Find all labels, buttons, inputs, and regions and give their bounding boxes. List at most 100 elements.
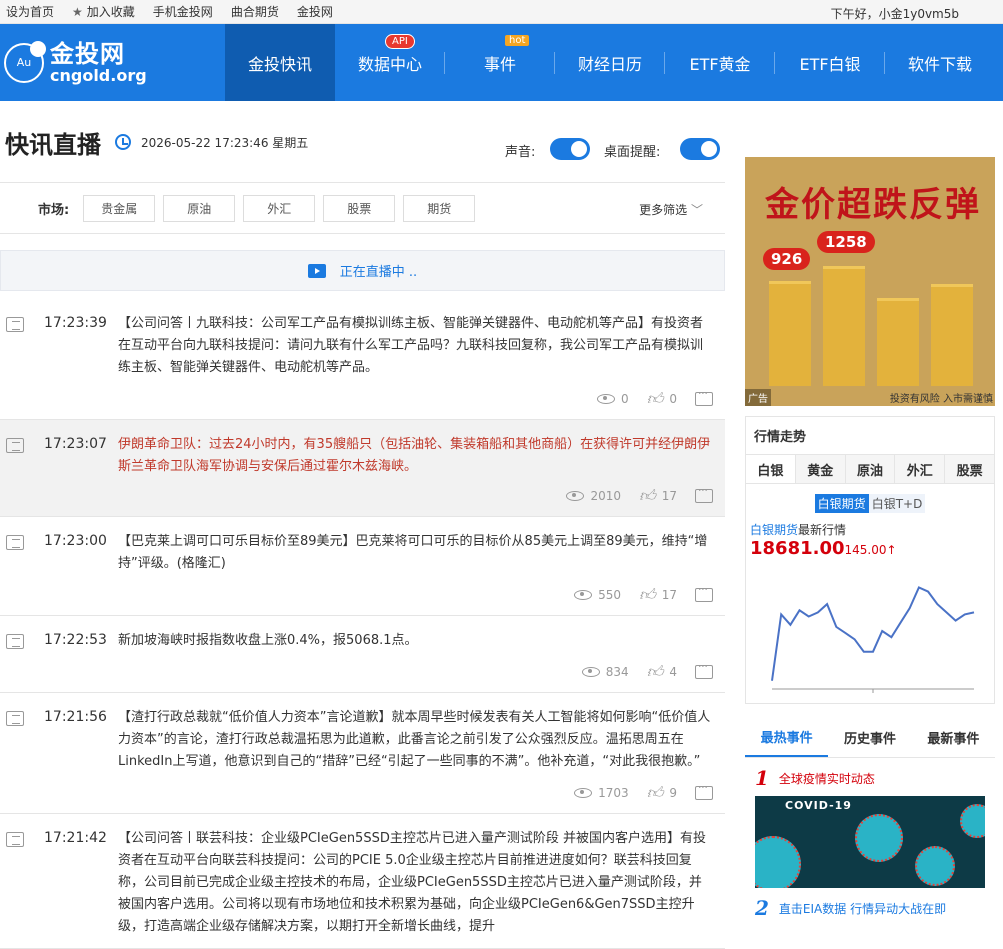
nav-label: ETF黄金: [689, 54, 751, 74]
nav-software-download[interactable]: 软件下载: [885, 24, 995, 101]
like-button[interactable]: 👍︎ 9: [647, 783, 677, 803]
eye-icon: [566, 491, 585, 501]
page-title: 快讯直播: [5, 130, 101, 159]
api-badge: API: [385, 34, 415, 49]
ad-bar: [877, 298, 919, 386]
tab-forex[interactable]: 外汇: [895, 455, 946, 483]
comment-icon[interactable]: [695, 389, 713, 406]
nav-calendar[interactable]: 财经日历: [555, 24, 665, 101]
ad-bar: [931, 284, 973, 386]
like-button[interactable]: 👍︎ 17: [639, 486, 677, 506]
ad-title: 金价超跌反弹: [765, 185, 981, 225]
add-favorite-link[interactable]: ★ 加入收藏: [72, 3, 135, 20]
filter-stocks[interactable]: 股票: [323, 194, 396, 222]
news-item[interactable]: 17:21:42 【公司问答丨联芸科技：企业级PCIeGen5SSD主控芯片已进…: [0, 814, 725, 949]
view-count: 2010: [566, 489, 621, 503]
virus-image: [755, 836, 801, 888]
views-value: 550: [598, 588, 621, 602]
filter-crude-oil[interactable]: 原油: [163, 194, 236, 222]
thumbs-up-icon: 👍︎: [638, 486, 656, 505]
event-item[interactable]: 1 全球疫情实时动态: [755, 766, 985, 790]
ad-bar: [769, 281, 811, 386]
ad-bar: [823, 266, 865, 386]
tab-gold[interactable]: 黄金: [795, 455, 846, 483]
news-item[interactable]: 17:23:39 【公司问答丨九联科技：公司军工产品有模拟训练主板、智能弹关键器…: [0, 299, 725, 420]
ad-bubble: 1258: [817, 231, 875, 253]
star-icon: ★: [72, 4, 83, 19]
news-item[interactable]: 17:21:56 【渣打行政总裁就“低价值人力资本”言论道歉】就本周早些时候发表…: [0, 693, 725, 814]
news-time: 17:22:53: [44, 632, 107, 648]
virus-image: [855, 814, 903, 862]
sound-toggle[interactable]: [550, 138, 590, 160]
comment-icon[interactable]: [695, 486, 713, 503]
comment-icon[interactable]: [695, 662, 713, 679]
desktop-alert-toggle[interactable]: [680, 138, 720, 160]
virus-image: [960, 804, 985, 838]
ad-bubble: 926: [763, 248, 811, 270]
news-text: 【公司问答丨九联科技：公司军工产品有模拟训练主板、智能弹关键器件、电动舵机等产品…: [118, 316, 704, 375]
sound-label: 声音:: [505, 145, 536, 160]
live-banner[interactable]: 正在直播中 ..: [0, 250, 725, 291]
nav-etf-gold[interactable]: ETF黄金: [665, 24, 775, 101]
logo-cn: 金投网: [50, 39, 125, 68]
like-button[interactable]: 👍︎ 17: [639, 585, 677, 605]
quhe-futures-link[interactable]: 曲合期货: [231, 3, 279, 20]
mobile-site-link[interactable]: 手机金投网: [153, 3, 213, 20]
eye-icon: [581, 667, 600, 677]
feed-header: 快讯直播 2026-05-22 17:23:46 星期五 声音: 桌面提醒:: [0, 102, 725, 182]
nav-events[interactable]: 事件 hot: [445, 24, 555, 101]
set-homepage-link[interactable]: 设为首页: [6, 3, 54, 20]
view-count: 834: [581, 665, 629, 679]
news-time: 17:21:56: [44, 709, 107, 725]
user-greeting[interactable]: 下午好，小金1y0vm5b: [831, 5, 959, 22]
nav-data-center[interactable]: 数据中心 API: [335, 24, 445, 101]
views-value: 1703: [598, 786, 629, 800]
quote-change: 145.00↑: [844, 543, 897, 557]
cngold-link[interactable]: 金投网: [297, 3, 333, 20]
event-item[interactable]: 2 直击EIA数据 行情异动大战在即: [755, 896, 985, 920]
comment-icon[interactable]: [695, 783, 713, 800]
likes-value: 17: [661, 489, 677, 503]
more-filters-label: 更多筛选: [639, 203, 688, 217]
likes-value: 0: [669, 392, 677, 406]
tab-hot-events[interactable]: 最热事件: [745, 718, 829, 757]
main-nav: Au 金投网 cngold.org 金投快讯 数据中心 API 事件 hot 财经日…: [0, 24, 1003, 101]
quote-line: 白银期货最新行情18681.00145.00↑: [746, 513, 994, 567]
nav-flash-news[interactable]: 金投快讯: [225, 24, 335, 101]
tab-silver[interactable]: 白银: [746, 455, 796, 483]
subtab-silver-futures[interactable]: 白银期货: [814, 494, 869, 513]
clock-icon: [115, 134, 131, 150]
comment-icon[interactable]: [695, 585, 713, 602]
subtab-silver-td[interactable]: 白银T+D: [868, 494, 926, 513]
news-item[interactable]: 17:23:00 【巴克莱上调可口可乐目标价至89美元】巴克莱将可口可乐的目标价…: [0, 517, 725, 616]
news-item[interactable]: 17:22:53 新加坡海峡时报指数收盘上涨0.4%，报5068.1点。 834…: [0, 616, 725, 693]
like-button[interactable]: 👍︎ 0: [647, 389, 677, 409]
news-time: 17:21:42: [44, 830, 107, 846]
like-button[interactable]: 👍︎ 4: [647, 662, 677, 682]
tab-latest-events[interactable]: 最新事件: [912, 718, 995, 757]
more-filters-button[interactable]: 更多筛选 ﹀: [639, 201, 703, 218]
filter-forex[interactable]: 外汇: [243, 194, 316, 222]
view-count: 550: [574, 588, 621, 602]
filter-futures[interactable]: 期货: [403, 194, 476, 222]
event-image-text: COVID-19: [785, 799, 852, 812]
tab-stocks[interactable]: 股票: [945, 455, 994, 483]
nav-etf-silver[interactable]: ETF白银: [775, 24, 885, 101]
market-widget-title: 行情走势: [754, 430, 807, 445]
news-item-highlighted[interactable]: 17:23:07 伊朗革命卫队：过去24小时内，有35艘船只（包括油轮、集装箱船…: [0, 420, 725, 517]
price-line-chart: [771, 586, 975, 693]
tab-crude[interactable]: 原油: [845, 455, 896, 483]
nav-label: 事件: [483, 54, 516, 74]
news-text: 新加坡海峡时报指数收盘上涨0.4%，报5068.1点。: [118, 633, 418, 648]
tab-history-events[interactable]: 历史事件: [828, 718, 911, 757]
sub-tabs: 白银期货 白银T+D: [746, 494, 994, 513]
site-logo[interactable]: Au 金投网 cngold.org: [0, 24, 225, 101]
nav-label: 财经日历: [577, 54, 642, 74]
quote-name[interactable]: 白银期货: [750, 523, 798, 537]
event-image[interactable]: COVID-19: [755, 796, 985, 888]
filter-precious-metals[interactable]: 贵金属: [83, 194, 156, 222]
ad-banner[interactable]: 金价超跌反弹 926 1258 广告 投资有风险 入市需谨慎: [745, 157, 995, 406]
thumbs-up-icon: 👍︎: [638, 585, 656, 604]
filter-label: 市场:: [38, 202, 70, 218]
add-favorite-label: 加入收藏: [86, 5, 135, 19]
